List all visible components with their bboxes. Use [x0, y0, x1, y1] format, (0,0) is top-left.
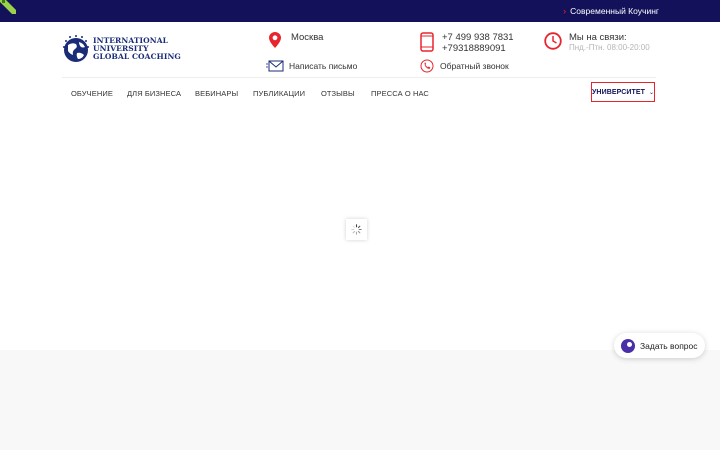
write-letter-link[interactable]: Написать письмо — [266, 60, 357, 72]
phone-number-2[interactable]: +79318889091 — [442, 43, 514, 54]
callback-link[interactable]: Обратный звонок — [420, 59, 509, 73]
phone-block: +7 499 938 7831 +79318889091 — [420, 32, 514, 54]
university-dropdown[interactable]: Университет ⌄ — [591, 82, 655, 102]
university-label: Университет — [591, 88, 646, 96]
site-logo[interactable]: INTERNATIONAL UNIVERSITY GLOBAL COACHING — [62, 33, 181, 65]
nav-item-publications[interactable]: Публикации — [253, 89, 305, 98]
mobile-phone-icon — [420, 32, 434, 52]
spinner-icon — [351, 224, 362, 235]
nav-item-reviews[interactable]: Отзывы — [321, 89, 355, 98]
main-nav: Обучение Для бизнеса Вебинары Публикации… — [62, 77, 656, 107]
ask-question-label: Задать вопрос — [640, 340, 698, 351]
envelope-icon — [266, 60, 284, 72]
ask-question-button[interactable]: Задать вопрос — [614, 333, 705, 358]
corner-ribbon-icon — [0, 0, 16, 14]
write-letter-label: Написать письмо — [289, 61, 358, 71]
chevron-right-icon: › — [563, 6, 567, 16]
location-pin-icon — [269, 32, 281, 48]
city-label: Москва — [291, 32, 324, 43]
callback-label: Обратный звонок — [440, 61, 509, 71]
hours-title: Мы на связи: — [569, 32, 627, 43]
nav-item-business[interactable]: Для бизнеса — [127, 89, 181, 98]
chevron-down-icon: ⌄ — [649, 89, 655, 96]
hours-value: Пнд.-Птн. 08:00-20:00 — [569, 43, 650, 52]
callback-phone-icon — [420, 59, 434, 73]
nav-item-press[interactable]: Пресса о нас — [371, 89, 429, 98]
hours-block: Мы на связи: Пнд.-Птн. 08:00-20:00 — [544, 32, 650, 53]
nav-item-webinars[interactable]: Вебинары — [195, 89, 238, 98]
clock-icon — [544, 32, 562, 50]
globe-logo-icon — [63, 35, 89, 62]
modern-coaching-link[interactable]: › Современный Коучинг — [563, 5, 659, 17]
top-bar: › Современный Коучинг — [0, 0, 720, 22]
logo-line-3: GLOBAL COACHING — [93, 52, 181, 61]
modern-coaching-label: Современный Коучинг — [570, 6, 659, 16]
loading-spinner — [346, 219, 367, 240]
nav-item-training[interactable]: Обучение — [71, 89, 113, 98]
content-background — [0, 350, 720, 450]
chat-bubble-icon — [621, 338, 635, 353]
phone-number-1[interactable]: +7 499 938 7831 — [442, 32, 514, 43]
city-block: Москва — [269, 32, 323, 48]
logo-text: INTERNATIONAL UNIVERSITY GLOBAL COACHING — [93, 37, 181, 61]
